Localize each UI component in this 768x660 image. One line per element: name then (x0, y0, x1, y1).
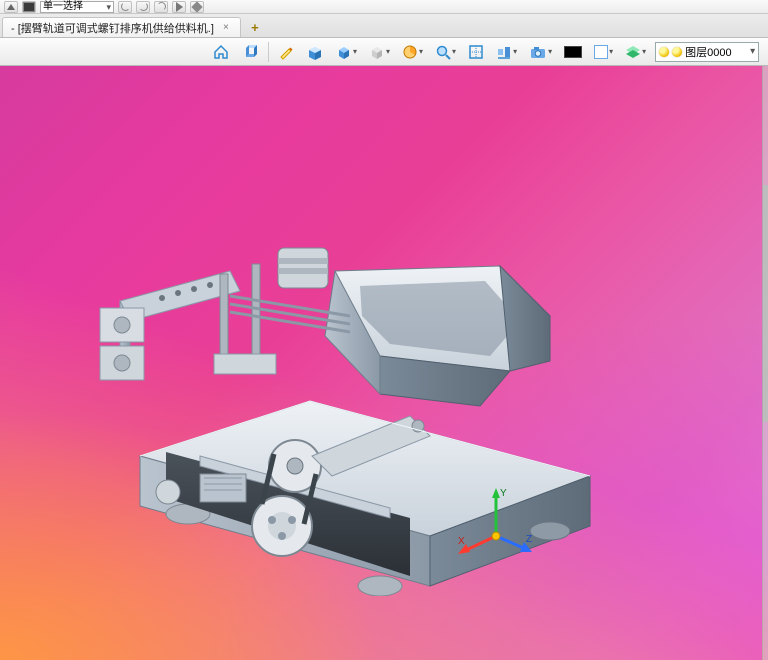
stop-icon (23, 2, 35, 12)
chevron-down-icon: ▾ (386, 47, 390, 56)
zoom-icon (435, 44, 451, 60)
home-button[interactable] (210, 41, 232, 63)
camera-button[interactable]: ▾ (526, 41, 555, 63)
pie-button[interactable]: ▾ (399, 41, 426, 63)
chevron-down-icon: ▾ (642, 47, 646, 56)
pen-button[interactable] (275, 41, 297, 63)
top-btn-2[interactable] (22, 1, 36, 13)
view-toolbar: ▾ ▾ ▾ ▾ ▾ ▾ ▾ ▾ 图层0000 (0, 38, 768, 66)
layer-name-label: 图层0000 (685, 44, 731, 60)
undo-icon (121, 2, 130, 11)
fit-screen-icon (468, 44, 484, 60)
layers-green-button[interactable]: ▾ (622, 41, 649, 63)
model-3d-visual (80, 156, 620, 596)
top-btn-4[interactable] (118, 1, 132, 13)
chevron-down-icon: ▾ (548, 47, 552, 56)
layer-dropdown[interactable]: 图层0000 (655, 42, 759, 62)
chevron-down-icon: ▾ (452, 47, 456, 56)
solid-cube-icon (241, 44, 259, 60)
bulb-on-icon-2 (672, 47, 682, 57)
pen-icon (278, 44, 294, 60)
home-icon (213, 44, 229, 60)
box-alt-button[interactable]: ▾ (366, 41, 393, 63)
solid-cube-button[interactable] (238, 41, 262, 63)
selection-mode-label: 单一选择 (43, 1, 83, 12)
chevron-down-icon: ▾ (353, 47, 357, 56)
refresh-icon (157, 2, 166, 11)
swatch-white-button[interactable]: ▾ (591, 41, 616, 63)
camera-icon (529, 44, 547, 60)
swatch-white-icon (594, 45, 608, 59)
cube-style-button[interactable]: ▾ (333, 41, 360, 63)
swatch-black-icon (564, 46, 582, 58)
layers-green-icon (625, 44, 641, 60)
cursor-up-icon (7, 4, 15, 10)
align-h-button[interactable]: ▾ (493, 41, 520, 63)
tab-bar: - [摆臂轨道可调式螺钉排序机供给供料机.] × + (0, 14, 768, 38)
fit-screen-button[interactable] (465, 41, 487, 63)
document-tab[interactable]: - [摆臂轨道可调式螺钉排序机供给供料机.] × (2, 17, 241, 37)
pie-icon (402, 44, 418, 60)
shaded-cube-icon (306, 44, 324, 60)
close-icon[interactable]: × (220, 22, 232, 34)
zoom-button[interactable]: ▾ (432, 41, 459, 63)
axis-x-label: X (458, 536, 465, 547)
top-toolbar: 单一选择 (0, 0, 768, 14)
bulb-on-icon (659, 47, 669, 57)
play-icon (176, 2, 183, 12)
coordinate-triad: Y X Z (456, 486, 536, 566)
diamond-icon (191, 1, 202, 12)
chevron-down-icon: ▾ (609, 47, 613, 56)
top-btn-5[interactable] (136, 1, 150, 13)
shaded-cube-button[interactable] (303, 41, 327, 63)
redo-icon (139, 2, 148, 11)
toolbar-separator (268, 42, 269, 62)
swatch-black-button[interactable] (561, 41, 585, 63)
vertical-scrollbar[interactable] (762, 66, 768, 660)
box-alt-icon (369, 44, 385, 60)
chevron-down-icon: ▾ (513, 47, 517, 56)
axis-z-label: Z (526, 534, 532, 545)
chevron-down-icon: ▾ (419, 47, 423, 56)
top-btn-6[interactable] (154, 1, 168, 13)
document-tab-title: - [摆臂轨道可调式螺钉排序机供给供料机.] (11, 20, 214, 36)
top-btn-7[interactable] (172, 1, 186, 13)
new-tab-button[interactable]: + (247, 19, 263, 35)
axis-y-label: Y (500, 488, 507, 499)
align-h-icon (496, 44, 512, 60)
3d-viewport[interactable]: Y X Z (0, 66, 768, 660)
selection-mode-dropdown[interactable]: 单一选择 (40, 1, 114, 13)
scrollbar-thumb[interactable] (763, 185, 768, 423)
top-btn-1[interactable] (4, 1, 18, 13)
cube-style-icon (336, 44, 352, 60)
top-btn-8[interactable] (190, 1, 204, 13)
